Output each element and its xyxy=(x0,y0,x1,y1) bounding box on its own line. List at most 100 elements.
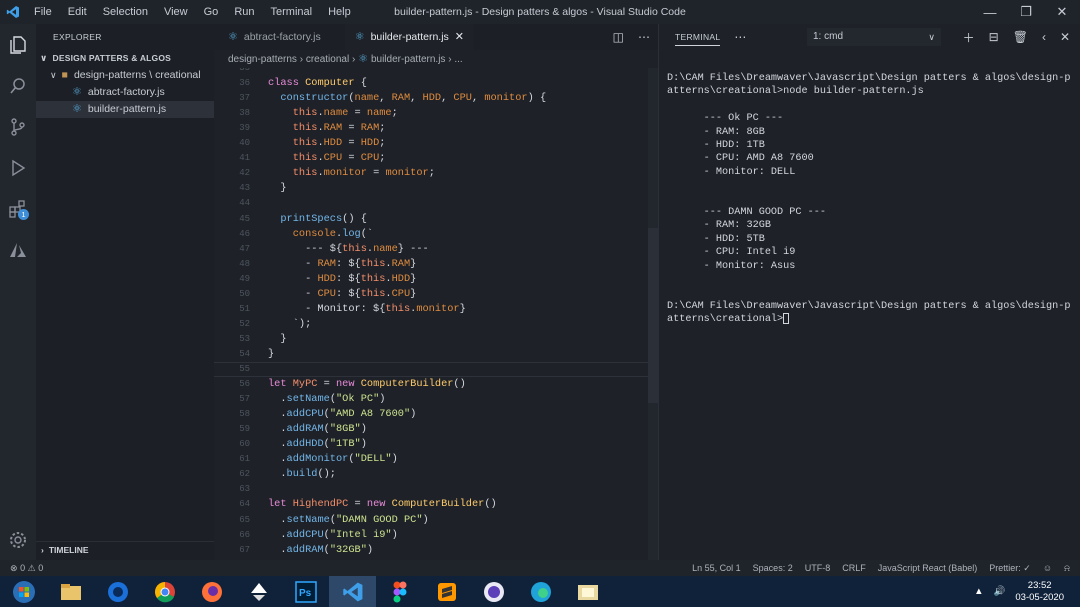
workspace-section[interactable]: ∨ DESIGN PATTERS & ALGOS xyxy=(36,50,214,67)
file-item-abtract-factory[interactable]: ⚛ abtract-factory.js xyxy=(36,84,214,101)
tray-expand-icon[interactable]: ▲ xyxy=(974,586,983,597)
timeline-section[interactable]: › TIMELINE xyxy=(36,541,214,558)
terminal-prompt[interactable]: atterns\creational> xyxy=(667,313,1072,327)
scrollbar-thumb[interactable] xyxy=(648,228,658,403)
start-icon[interactable] xyxy=(0,576,47,607)
close-window-icon[interactable]: ✕ xyxy=(1044,0,1080,24)
chrome-icon[interactable] xyxy=(141,576,188,607)
maximize-icon[interactable]: ❐ xyxy=(1008,0,1044,24)
code-line: constructor(name, RAM, HDD, CPU, monitor… xyxy=(280,92,547,105)
file-item-builder-pattern[interactable]: ⚛ builder-pattern.js xyxy=(36,101,214,118)
folder-item[interactable]: ∨ ■ design-patterns \ creational xyxy=(36,67,214,84)
close-tab-icon[interactable]: ✕ xyxy=(455,24,464,50)
code-line: - HDD: ${this.HDD} xyxy=(268,272,417,285)
encoding[interactable]: UTF-8 xyxy=(805,560,831,576)
terminal-line: - Monitor: DELL xyxy=(667,166,796,178)
menu-help[interactable]: Help xyxy=(320,0,359,24)
line-number: 50 xyxy=(239,288,250,299)
source-control-icon[interactable] xyxy=(0,106,36,147)
tab-builder-pattern[interactable]: ⚛ builder-pattern.js ✕ xyxy=(344,24,475,50)
chevron-right-icon: › xyxy=(41,545,44,555)
clock[interactable]: 23:52 03-05-2020 xyxy=(1015,580,1064,604)
menu-go[interactable]: Go xyxy=(196,0,227,24)
breadcrumb-subfolder[interactable]: creational xyxy=(306,54,349,65)
code-line: - CPU: ${this.CPU} xyxy=(268,287,417,300)
editor-scrollbar[interactable] xyxy=(648,68,658,560)
add-terminal-icon[interactable]: ＋ xyxy=(963,29,975,46)
feedback-icon[interactable]: ☺ xyxy=(1043,560,1052,576)
bell-icon[interactable]: ⍾ xyxy=(1064,560,1070,576)
edge-icon[interactable] xyxy=(517,576,564,607)
line-number: 44 xyxy=(239,198,250,209)
vscode-taskbar-icon[interactable] xyxy=(329,576,376,607)
folder-label: design-patterns \ creational xyxy=(73,69,201,81)
indentation[interactable]: Spaces: 2 xyxy=(753,560,793,576)
warning-count: 0 xyxy=(38,563,44,573)
breadcrumb-file[interactable]: builder-pattern.js xyxy=(371,54,445,65)
language-mode[interactable]: JavaScript React (Babel) xyxy=(878,560,978,576)
firefox-dev-icon[interactable] xyxy=(94,576,141,607)
file-label: builder-pattern.js xyxy=(87,103,167,115)
menu-selection[interactable]: Selection xyxy=(95,0,156,24)
windows-taskbar: Ps ▲ 🔊 23:52 03-05-2020 xyxy=(0,576,1080,607)
menu-file[interactable]: File xyxy=(26,0,60,24)
terminal-select[interactable]: 1: cmd ∨ xyxy=(807,28,941,46)
settings-gear-icon[interactable] xyxy=(0,519,36,560)
menu-terminal[interactable]: Terminal xyxy=(263,0,321,24)
photoshop-icon[interactable]: Ps xyxy=(282,576,329,607)
code-line: `); xyxy=(268,317,312,330)
breadcrumb-folder[interactable]: design-patterns xyxy=(228,54,297,65)
split-editor-icon[interactable]: ◫ xyxy=(613,30,624,44)
line-number: 63 xyxy=(239,484,250,495)
menu-run[interactable]: Run xyxy=(226,0,262,24)
chevron-left-icon[interactable]: ‹ xyxy=(1042,30,1046,44)
code-line: let MyPC = new ComputerBuilder() xyxy=(268,378,466,391)
file-explorer-icon[interactable] xyxy=(47,576,94,607)
firefox-icon[interactable] xyxy=(188,576,235,607)
problems-indicator[interactable]: ⊗ 0 ⚠ 0 xyxy=(10,560,43,576)
sublime-text-icon[interactable] xyxy=(423,576,470,607)
more-actions-icon[interactable]: ⋯ xyxy=(638,30,650,44)
react-file-icon: ⚛ xyxy=(72,103,82,115)
tab-abtract-factory[interactable]: ⚛ abtract-factory.js xyxy=(218,24,331,50)
breadcrumb-symbol[interactable]: ... xyxy=(454,54,462,65)
terminal-line: --- Ok PC --- xyxy=(667,113,784,125)
split-terminal-icon[interactable]: ⊟ xyxy=(989,30,999,44)
explorer-icon[interactable] xyxy=(0,24,36,65)
system-tray: ▲ 🔊 23:52 03-05-2020 xyxy=(974,576,1080,607)
close-panel-icon[interactable]: ✕ xyxy=(1060,30,1070,44)
terminal-output[interactable]: D:\CAM Files\Dreamwaver\Javascript\Desig… xyxy=(667,72,1072,327)
search-icon[interactable] xyxy=(0,65,36,106)
menu-edit[interactable]: Edit xyxy=(60,0,95,24)
line-number: 41 xyxy=(239,153,250,164)
azure-icon[interactable] xyxy=(0,229,36,270)
menu-view[interactable]: View xyxy=(156,0,196,24)
code-line: let HighendPC = new ComputerBuilder() xyxy=(268,498,497,511)
line-number: 59 xyxy=(239,424,250,435)
clock-date: 03-05-2020 xyxy=(1015,591,1064,603)
code-editor[interactable]: 35 36 class Computer {37 constructor(name,… xyxy=(214,68,658,560)
terminal-cursor xyxy=(783,313,790,325)
tab-terminal[interactable]: TERMINAL xyxy=(675,29,721,46)
code-line: } xyxy=(268,182,287,195)
extensions-icon[interactable]: 1 xyxy=(0,188,36,229)
app-icon[interactable] xyxy=(470,576,517,607)
line-ending[interactable]: CRLF xyxy=(842,560,866,576)
cursor-position[interactable]: Ln 55, Col 1 xyxy=(692,560,741,576)
run-debug-icon[interactable] xyxy=(0,147,36,188)
code-line: .addCPU("Intel i9") xyxy=(268,528,398,541)
inkscape-icon[interactable] xyxy=(235,576,282,607)
trash-icon[interactable]: 🗑 xyxy=(1013,30,1028,44)
volume-icon[interactable]: 🔊 xyxy=(994,586,1006,597)
more-icon[interactable]: ⋯ xyxy=(734,30,746,44)
code-line: .addHDD("1TB") xyxy=(268,438,367,451)
line-number: 56 xyxy=(239,379,250,390)
minimize-icon[interactable]: — xyxy=(972,0,1008,24)
prettier-status[interactable]: Prettier: ✓ xyxy=(989,560,1031,576)
line-number: 39 xyxy=(239,123,250,134)
folder-app-icon[interactable] xyxy=(564,576,611,607)
figma-icon[interactable] xyxy=(376,576,423,607)
terminal-line: - CPU: AMD A8 7600 xyxy=(667,153,814,165)
code-line: this.RAM = RAM; xyxy=(292,122,386,135)
